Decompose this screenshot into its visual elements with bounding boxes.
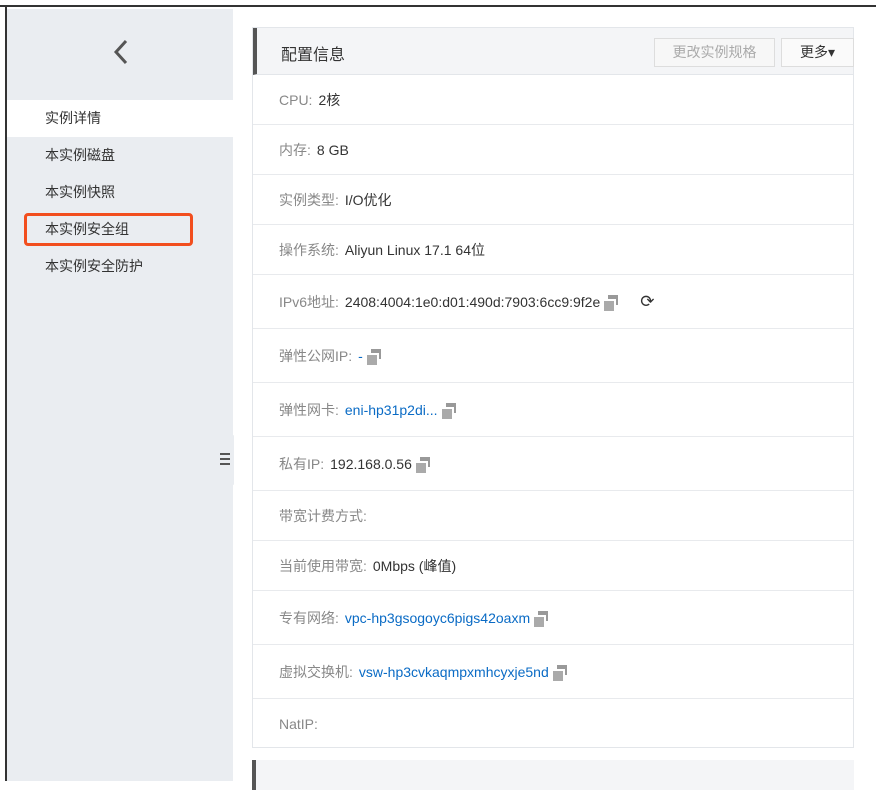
- value: 0Mbps (峰值): [372, 557, 457, 574]
- vswitch-link[interactable]: vsw-hp3cvkaqmpxmhcyxje5nd: [359, 664, 549, 680]
- window-top-border: [0, 0, 876, 7]
- row-os: 操作系统: Aliyun Linux 17.1 64位: [253, 225, 853, 275]
- row-vpc: 专有网络: vpc-hp3gsogoyc6pigs42oaxm: [253, 591, 853, 645]
- highlight-box: [24, 213, 193, 246]
- row-bandwidth: 当前使用带宽: 0Mbps (峰值): [253, 541, 853, 591]
- row-private-ip: 私有IP: 192.168.0.56: [253, 437, 853, 491]
- row-billing: 带宽计费方式:: [253, 491, 853, 541]
- sidebar-item-disks[interactable]: 本实例磁盘: [7, 137, 233, 174]
- sidebar-item-snapshots[interactable]: 本实例快照: [7, 174, 233, 211]
- value: I/O优化: [344, 191, 392, 208]
- label: 弹性公网IP:: [279, 347, 353, 364]
- more-dropdown-button[interactable]: 更多▾: [781, 38, 854, 67]
- window-left-border: [0, 7, 7, 781]
- label: IPv6地址:: [279, 293, 339, 310]
- copy-icon[interactable]: [552, 664, 567, 681]
- row-memory: 内存: 8 GB: [253, 125, 853, 175]
- row-ipv6: IPv6地址: 2408:4004:1e0:d01:490d:7903:6cc9:…: [253, 275, 853, 329]
- card-title: 配置信息: [281, 47, 346, 64]
- sidebar-item-security-protection[interactable]: 本实例安全防护: [7, 248, 233, 285]
- label: NatIP:: [279, 716, 318, 732]
- copy-icon[interactable]: [534, 610, 549, 627]
- label: 专有网络:: [279, 609, 339, 626]
- copy-icon[interactable]: [441, 402, 456, 419]
- config-info-card: 配置信息 更改实例规格 更多▾ CPU: 2核 内存: 8 GB 实例类型: I/O优…: [252, 27, 854, 748]
- label: CPU:: [279, 91, 313, 108]
- label: 当前使用带宽:: [279, 557, 367, 574]
- value: 2408:4004:1e0:d01:490d:7903:6cc9:9f2e: [344, 293, 601, 310]
- copy-icon[interactable]: [415, 456, 430, 473]
- row-instance-type: 实例类型: I/O优化: [253, 175, 853, 225]
- value: 2核: [318, 91, 341, 108]
- sidebar-item-instance-details[interactable]: 实例详情: [7, 100, 233, 137]
- value: 192.168.0.56: [330, 455, 412, 472]
- value: 8 GB: [316, 141, 349, 158]
- label: 操作系统:: [279, 241, 339, 258]
- next-card-header: [252, 760, 854, 790]
- label: 带宽计费方式:: [279, 507, 367, 524]
- sidebar: 实例详情 本实例磁盘 本实例快照 本实例安全组 本实例安全防护: [7, 9, 233, 781]
- value: -: [358, 347, 363, 364]
- row-natip: NatIP:: [253, 699, 853, 749]
- copy-icon[interactable]: [366, 348, 381, 365]
- value: Aliyun Linux 17.1 64位: [344, 241, 485, 258]
- vpc-link[interactable]: vpc-hp3gsogoyc6pigs42oaxm: [345, 610, 530, 626]
- label: 私有IP:: [279, 455, 325, 472]
- row-cpu: CPU: 2核: [253, 75, 853, 125]
- row-vswitch: 虚拟交换机: vsw-hp3cvkaqmpxmhcyxje5nd: [253, 645, 853, 699]
- menu-icon: [220, 453, 230, 455]
- row-eni: 弹性网卡: eni-hp31p2di...: [253, 383, 853, 437]
- label: 弹性网卡:: [279, 401, 339, 418]
- sidebar-nav: 实例详情 本实例磁盘 本实例快照 本实例安全组 本实例安全防护: [7, 100, 233, 285]
- label: 内存:: [279, 141, 311, 158]
- copy-icon[interactable]: [604, 294, 619, 311]
- change-spec-button[interactable]: 更改实例规格: [654, 38, 775, 67]
- card-header: 配置信息 更改实例规格 更多▾: [253, 28, 854, 75]
- label: 虚拟交换机:: [279, 663, 353, 680]
- refresh-icon[interactable]: ⟳: [640, 292, 654, 312]
- label: 实例类型:: [279, 191, 339, 208]
- row-eip: 弹性公网IP: -: [253, 329, 853, 383]
- eni-link[interactable]: eni-hp31p2di...: [345, 402, 438, 418]
- back-chevron-icon[interactable]: [107, 37, 137, 67]
